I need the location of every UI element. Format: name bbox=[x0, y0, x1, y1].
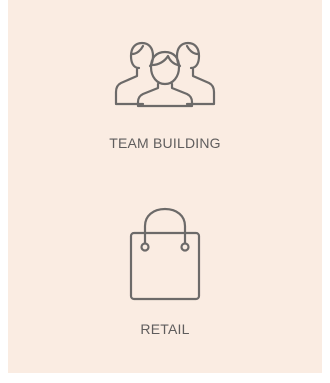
service-item-retail[interactable]: RETAIL bbox=[8, 205, 322, 337]
service-label-retail: RETAIL bbox=[140, 321, 190, 337]
team-people-icon bbox=[8, 38, 322, 110]
shopping-bag-icon bbox=[8, 205, 322, 303]
service-item-team-building[interactable]: TEAM BUILDING bbox=[8, 38, 322, 151]
services-panel: TEAM BUILDING RETAIL bbox=[8, 0, 322, 373]
service-label-team-building: TEAM BUILDING bbox=[109, 135, 221, 151]
